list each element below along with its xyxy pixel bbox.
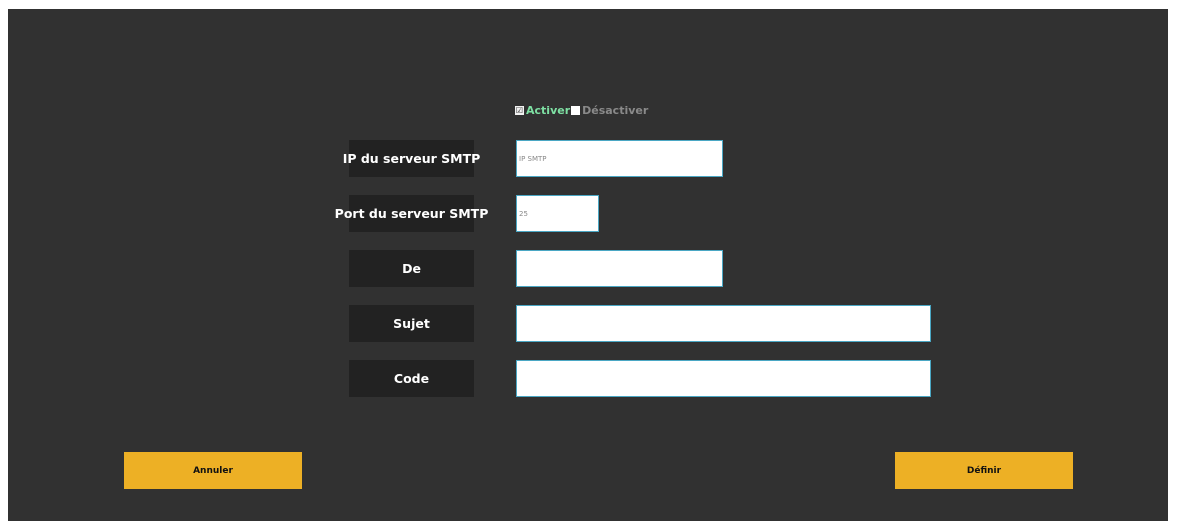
smtp-ip-label: IP du serveur SMTP: [343, 140, 480, 177]
from-label: De: [349, 250, 474, 287]
code-input[interactable]: [516, 360, 931, 397]
from-input[interactable]: [516, 250, 723, 287]
cancel-button[interactable]: Annuler: [124, 452, 302, 489]
enable-option-label[interactable]: Activer: [526, 104, 570, 117]
enable-toggle-group: ☑ Activer Désactiver: [515, 104, 648, 117]
subject-input[interactable]: [516, 305, 931, 342]
smtp-port-label: Port du serveur SMTP: [335, 195, 488, 232]
smtp-ip-input[interactable]: [516, 140, 723, 177]
code-label: Code: [349, 360, 474, 397]
smtp-port-input[interactable]: [516, 195, 599, 232]
disable-option-label[interactable]: Désactiver: [582, 104, 648, 117]
disable-checkbox[interactable]: [571, 106, 581, 115]
smtp-settings-panel: ☑ Activer Désactiver IP du serveur SMTP …: [8, 9, 1168, 521]
enable-checkbox[interactable]: ☑: [515, 106, 524, 115]
define-button[interactable]: Définir: [895, 452, 1073, 489]
subject-label: Sujet: [349, 305, 474, 342]
